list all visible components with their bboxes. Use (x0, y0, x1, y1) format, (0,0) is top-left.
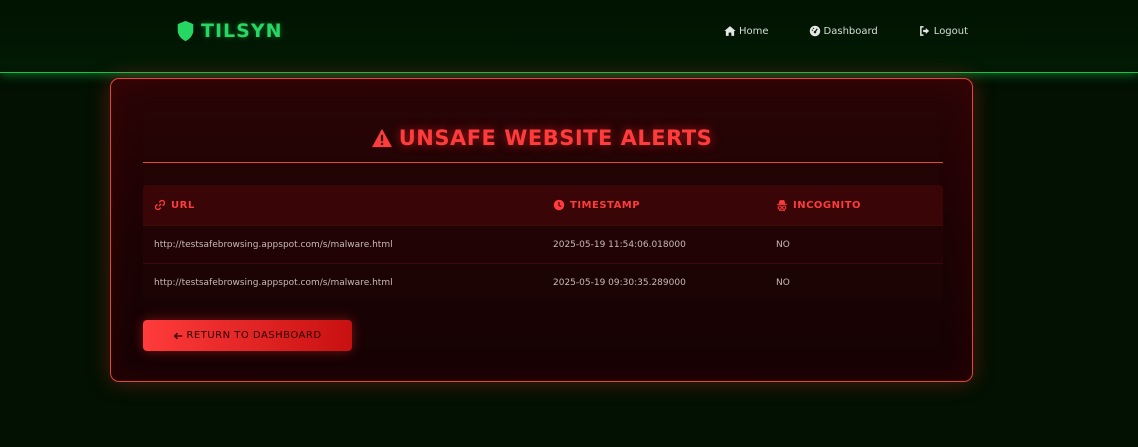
nav-logout-link[interactable]: Logout (919, 25, 968, 37)
nav-dashboard-link[interactable]: Dashboard (809, 25, 878, 37)
column-header-url-label: URL (171, 199, 195, 211)
logout-icon (919, 26, 929, 36)
return-to-dashboard-button[interactable]: RETURN TO DASHBOARD (143, 320, 352, 351)
alert-timestamp: 2025-05-19 11:54:06.018000 (553, 239, 686, 250)
alert-incognito: NO (776, 239, 790, 250)
column-header-timestamp: TIMESTAMP (553, 199, 640, 211)
column-header-incognito-label: INCOGNITO (793, 199, 862, 211)
home-icon (724, 26, 736, 36)
table-row: http://testsafebrowsing.appspot.com/s/ma… (143, 263, 943, 301)
incognito-icon (777, 200, 787, 211)
nav-links: Home Dashboard Logout (724, 23, 968, 39)
brand-logo-link[interactable]: TILSYN (176, 18, 282, 44)
unsafe-alerts-panel: UNSAFE WEBSITE ALERTS URL TIMESTAMP INCO… (110, 78, 973, 382)
top-navbar: TILSYN Home Dashboard Logout (0, 0, 1138, 73)
return-button-label: RETURN TO DASHBOARD (186, 330, 322, 341)
column-header-incognito: INCOGNITO (776, 199, 861, 211)
nav-home-label: Home (739, 25, 769, 37)
nav-home-link[interactable]: Home (724, 25, 769, 37)
page-title-text: UNSAFE WEBSITE ALERTS (398, 126, 713, 150)
table-header-row: URL TIMESTAMP INCOGNITO (143, 185, 943, 225)
column-header-url: URL (154, 199, 195, 211)
column-header-timestamp-label: TIMESTAMP (570, 199, 641, 211)
clock-icon (553, 199, 565, 211)
alerts-table: URL TIMESTAMP INCOGNITO http://testsafeb… (143, 185, 943, 301)
title-divider (143, 162, 943, 163)
table-row: http://testsafebrowsing.appspot.com/s/ma… (143, 225, 943, 263)
nav-logout-label: Logout (933, 25, 969, 37)
arrow-left-icon (174, 332, 183, 339)
alert-url: http://testsafebrowsing.appspot.com/s/ma… (154, 239, 393, 250)
alert-url: http://testsafebrowsing.appspot.com/s/ma… (154, 277, 393, 288)
link-icon (154, 199, 166, 211)
alert-timestamp: 2025-05-19 09:30:35.289000 (553, 277, 686, 288)
dashboard-icon (809, 25, 820, 37)
brand-name: TILSYN (201, 20, 283, 42)
shield-icon (177, 20, 194, 42)
warning-icon (371, 128, 392, 148)
alert-incognito: NO (776, 277, 790, 288)
nav-dashboard-label: Dashboard (823, 25, 878, 37)
page-title: UNSAFE WEBSITE ALERTS (111, 126, 972, 150)
